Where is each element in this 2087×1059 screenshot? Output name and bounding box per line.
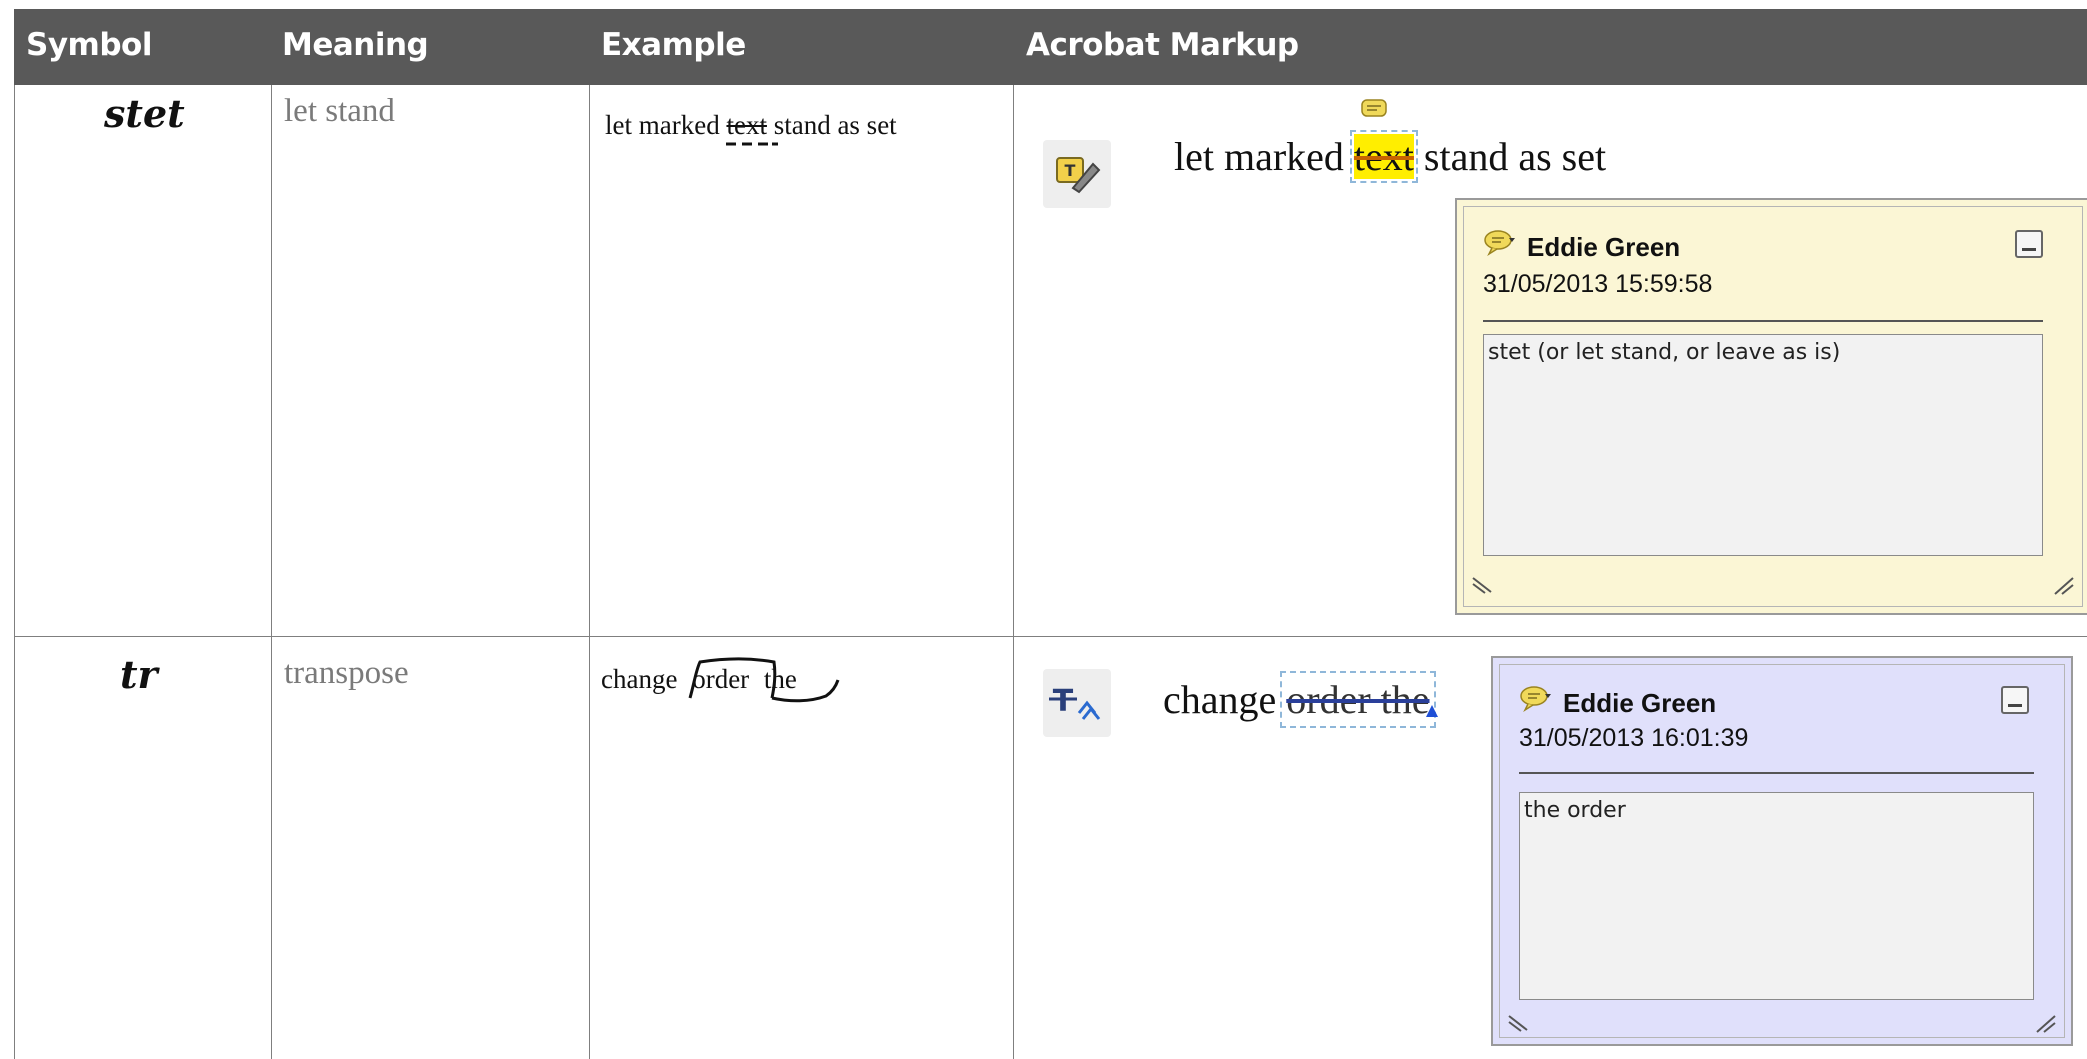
- replace-text-icon[interactable]: T: [1043, 669, 1111, 737]
- header-meaning: Meaning: [282, 27, 429, 63]
- table-header: Symbol Meaning Example Acrobat Markup: [14, 9, 2087, 85]
- markup-sample-text: let marked text stand as set: [1174, 99, 1606, 183]
- markup-sample-text: change order the: [1163, 671, 1438, 728]
- table-border-left: [14, 85, 15, 1059]
- column-divider: [1013, 85, 1014, 1059]
- header-acrobat-markup: Acrobat Markup: [1026, 27, 1299, 63]
- replaced-text[interactable]: order the: [1280, 671, 1438, 728]
- popup-divider: [1483, 320, 2043, 322]
- comment-date: 31/05/2013 16:01:39: [1519, 724, 1749, 752]
- insert-caret-icon[interactable]: [1424, 703, 1440, 719]
- resize-handle-icon[interactable]: [2051, 576, 2075, 596]
- proof-symbol-tr: tr: [120, 652, 158, 697]
- comment-bubble-icon[interactable]: [1483, 228, 1517, 256]
- comment-author: Eddie Green: [1527, 232, 1681, 262]
- resize-handle-icon[interactable]: [1471, 576, 1495, 596]
- minimize-button[interactable]: [2001, 686, 2029, 714]
- example-text: let marked text stand as set: [605, 110, 897, 146]
- comment-bubble-icon[interactable]: [1519, 684, 1553, 712]
- comment-date: 31/05/2013 15:59:58: [1483, 270, 1713, 298]
- comment-note-field[interactable]: the order: [1519, 792, 2034, 1000]
- transpose-mark: [688, 657, 840, 703]
- row-divider: [14, 636, 2087, 637]
- proofreading-table: Symbol Meaning Example Acrobat Markup st…: [14, 9, 2087, 1059]
- stet-dots-mark: [726, 142, 779, 146]
- comment-popup[interactable]: Eddie Green 31/05/2013 16:01:39 the orde…: [1491, 656, 2073, 1046]
- resize-handle-icon[interactable]: [2033, 1014, 2057, 1034]
- svg-text:T: T: [1065, 161, 1076, 180]
- highlighted-struck-word[interactable]: text: [1349, 99, 1418, 183]
- popup-divider: [1519, 772, 2034, 774]
- comment-author: Eddie Green: [1563, 688, 1717, 718]
- svg-text:T: T: [1053, 684, 1074, 719]
- comment-bubble-icon[interactable]: [1360, 98, 1388, 120]
- text-edit-icon[interactable]: T: [1043, 140, 1111, 208]
- comment-note-field[interactable]: stet (or let stand, or leave as is): [1483, 334, 2043, 556]
- meaning-text: transpose: [284, 655, 409, 691]
- minimize-button[interactable]: [2015, 230, 2043, 258]
- column-divider: [271, 85, 272, 1059]
- meaning-text: let stand: [284, 93, 395, 129]
- header-example: Example: [601, 27, 746, 63]
- column-divider: [589, 85, 590, 1059]
- proof-symbol-stet: stet: [104, 91, 185, 136]
- comment-popup[interactable]: Eddie Green 31/05/2013 15:59:58 stet (or…: [1455, 198, 2087, 615]
- struck-word: text: [726, 110, 779, 146]
- resize-handle-icon[interactable]: [1507, 1014, 1531, 1034]
- header-symbol: Symbol: [26, 27, 152, 63]
